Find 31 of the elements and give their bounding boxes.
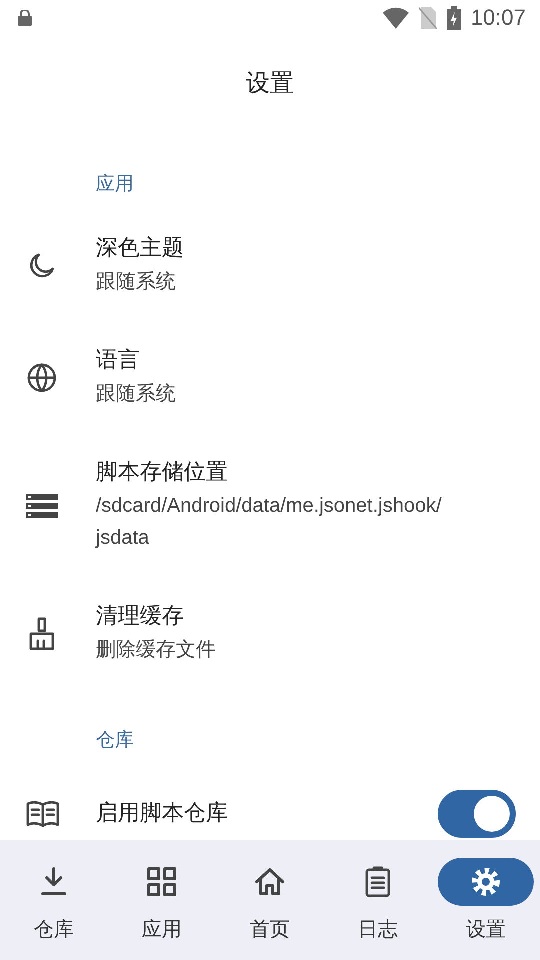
- nav-tab[interactable]: 日志: [324, 840, 432, 960]
- setting-title[interactable]: 清理缓存: [96, 602, 516, 632]
- clipboard-icon: [365, 866, 391, 898]
- section-header: 应用: [95, 172, 135, 197]
- toggle-switch[interactable]: [438, 790, 516, 838]
- page-title: 设置: [245, 68, 295, 99]
- settings-icon: [471, 867, 501, 897]
- setting-title[interactable]: 语言: [96, 346, 516, 376]
- setting-value: /sdcard/Android/data/me.jsonet.jshook/ jsdata: [96, 494, 443, 551]
- clock-time: 10:07: [470, 5, 526, 31]
- setting-value: 删除缓存文件: [96, 638, 217, 663]
- globe-icon: [26, 362, 58, 394]
- no-sim-icon: [418, 7, 437, 29]
- book-icon: [26, 800, 60, 828]
- download-icon: [40, 867, 68, 897]
- section-header: 仓库: [95, 728, 135, 753]
- wifi-icon: [382, 7, 409, 29]
- battery-icon: [446, 6, 461, 30]
- setting-value: 跟随系统: [96, 270, 177, 295]
- setting-title[interactable]: 脚本存储位置: [96, 458, 516, 488]
- nav-tab[interactable]: 首页: [216, 840, 324, 960]
- setting-value: 跟随系统: [96, 382, 177, 407]
- lock-icon: [18, 10, 32, 26]
- home-icon: [255, 868, 285, 896]
- nav-tab[interactable]: 仓库: [0, 840, 108, 960]
- setting-title[interactable]: 启用脚本仓库: [96, 799, 438, 829]
- setting-title[interactable]: 深色主题: [96, 234, 516, 264]
- apps-icon: [147, 867, 177, 897]
- nav-tab[interactable]: 设置: [432, 840, 540, 960]
- storage-icon: [26, 492, 58, 520]
- nav-tab[interactable]: 应用: [108, 840, 216, 960]
